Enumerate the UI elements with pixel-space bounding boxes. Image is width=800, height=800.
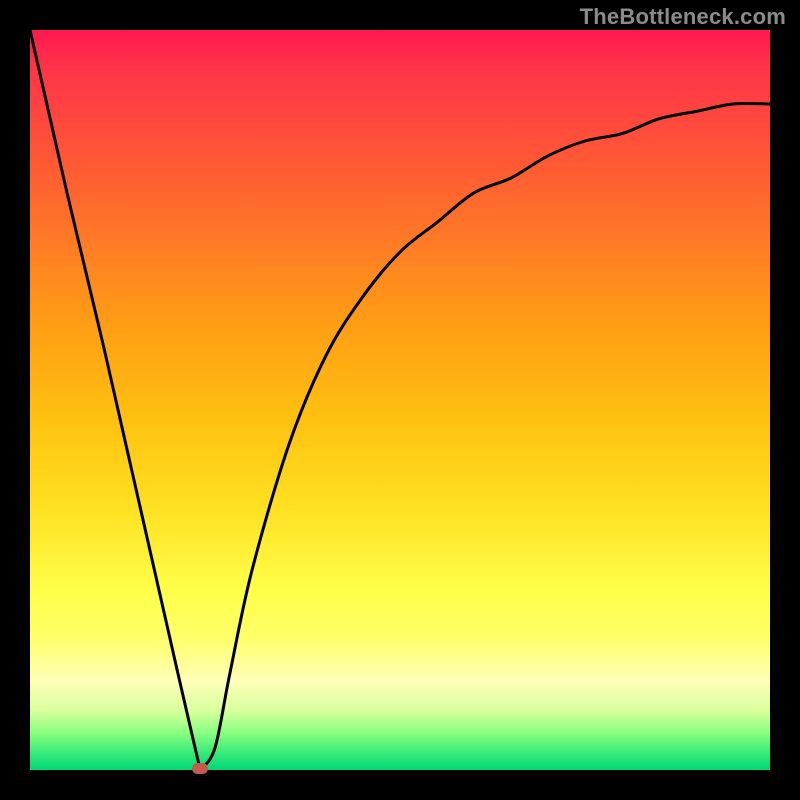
curve-path <box>30 30 770 770</box>
chart-frame: TheBottleneck.com <box>0 0 800 800</box>
watermark-text: TheBottleneck.com <box>580 4 786 30</box>
optimal-point-marker <box>192 763 208 774</box>
plot-area <box>30 30 770 770</box>
bottleneck-curve <box>30 30 770 770</box>
